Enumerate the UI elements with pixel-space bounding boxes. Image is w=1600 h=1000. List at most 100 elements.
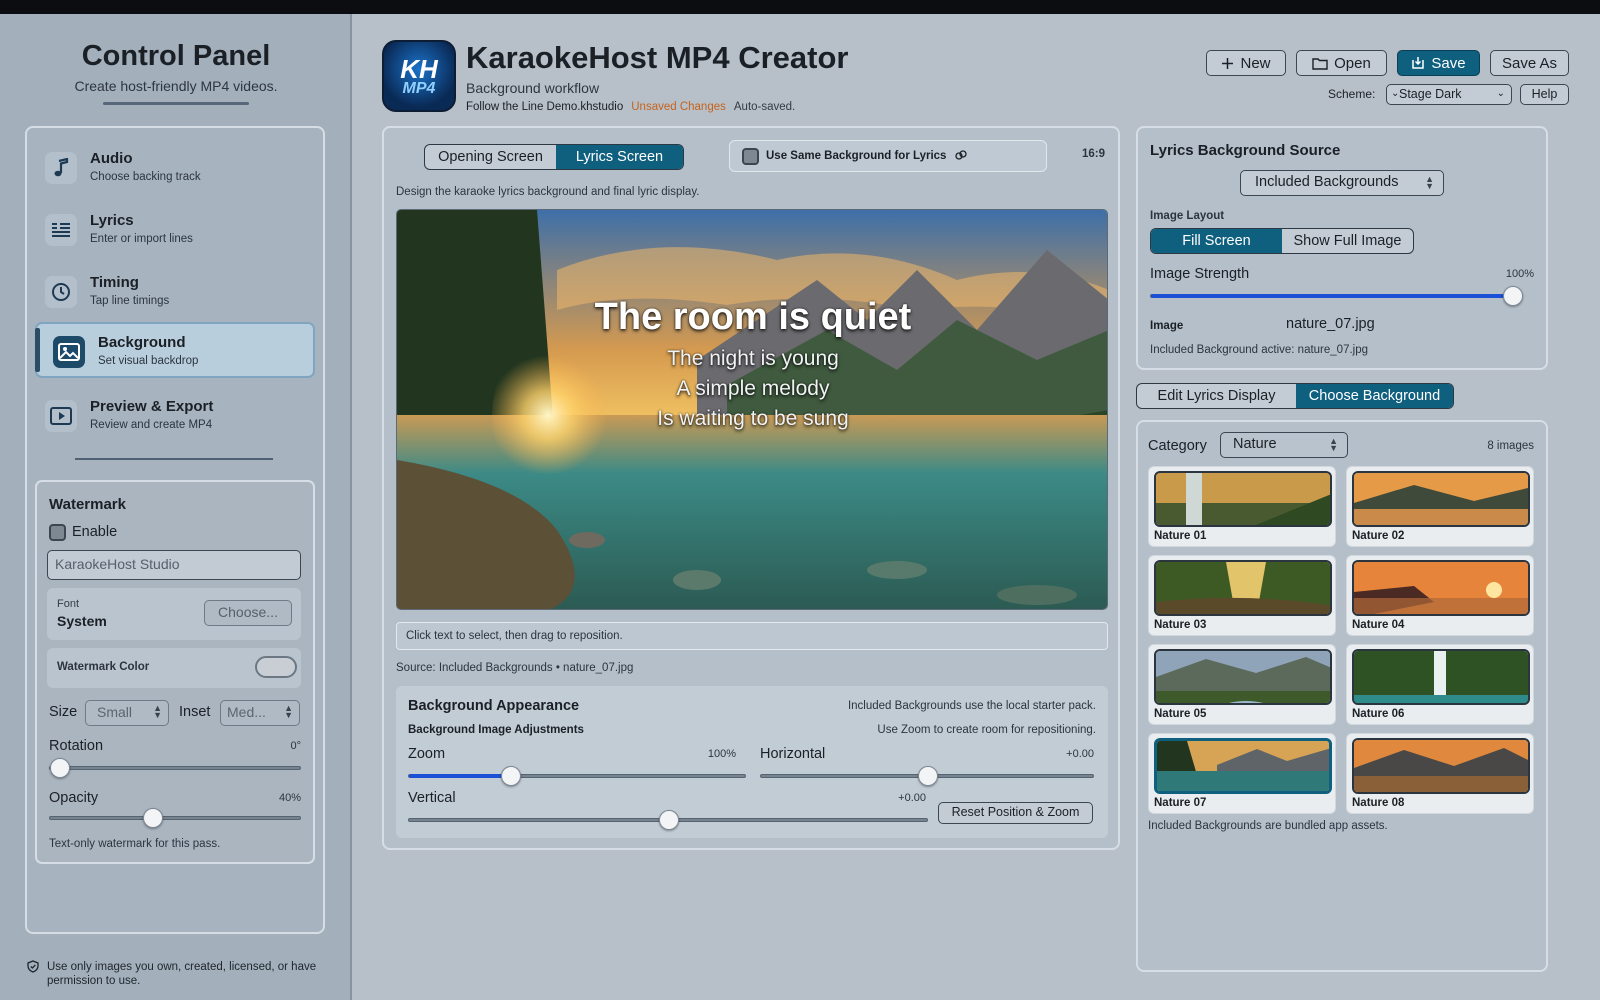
next-lyric-line[interactable]: A simple melody bbox=[397, 377, 1107, 401]
tab-choose-background[interactable]: Choose Background bbox=[1296, 384, 1453, 408]
thumbnail-nature-05[interactable]: Nature 05 bbox=[1148, 644, 1336, 725]
workflow-steps: Audio Choose backing track Lyrics Enter … bbox=[25, 126, 325, 934]
thumbnail-nature-08[interactable]: Nature 08 bbox=[1346, 733, 1534, 814]
same-background-toggle[interactable]: Use Same Background for Lyrics bbox=[729, 140, 1047, 172]
thumbnail-nature-07[interactable]: Nature 07 bbox=[1148, 733, 1336, 814]
size-select[interactable]: Small ▲ ▼ bbox=[85, 700, 169, 726]
step-lyrics[interactable]: Lyrics Enter or import lines bbox=[35, 202, 315, 258]
scheme-label: Scheme: bbox=[1328, 87, 1376, 101]
scheme-select[interactable]: ⌄ Stage Dark ⌄ bbox=[1386, 84, 1512, 105]
control-panel-subtitle: Create host-friendly MP4 videos. bbox=[74, 78, 278, 94]
watermark-color-swatch[interactable] bbox=[255, 656, 297, 678]
image-layout-label: Image Layout bbox=[1150, 210, 1225, 222]
chevron-updown-icon: ▲ ▼ bbox=[1329, 436, 1338, 453]
image-count: 8 images bbox=[1487, 440, 1534, 452]
control-panel-title: Control Panel bbox=[81, 40, 271, 72]
fill-screen-option[interactable]: Fill Screen bbox=[1151, 229, 1282, 253]
zoom-slider-fill bbox=[409, 774, 507, 778]
save-button[interactable]: Save bbox=[1397, 50, 1480, 76]
step-background[interactable]: Background Set visual backdrop bbox=[35, 322, 315, 378]
zoom-slider[interactable] bbox=[408, 766, 746, 786]
save-as-button[interactable]: Save As bbox=[1490, 50, 1569, 76]
gallery-note: Included Backgrounds are bundled app ass… bbox=[1148, 820, 1388, 832]
thumbnail-image bbox=[1154, 649, 1332, 705]
horizontal-value: +0.00 bbox=[1066, 748, 1094, 760]
image-layout-toggle: Fill Screen Show Full Image bbox=[1150, 228, 1414, 254]
horizontal-slider-knob[interactable] bbox=[918, 766, 938, 786]
thumbnail-nature-04[interactable]: Nature 04 bbox=[1346, 555, 1534, 636]
thumbnail-label: Nature 06 bbox=[1352, 708, 1405, 720]
tab-lyrics-screen[interactable]: Lyrics Screen bbox=[555, 145, 683, 169]
file-status-row: Follow the Line Demo.khstudio Unsaved Cha… bbox=[466, 101, 795, 113]
right-panel-tabs: Edit Lyrics Display Choose Background bbox=[1136, 383, 1454, 409]
horizontal-label: Horizontal bbox=[760, 746, 826, 762]
zoom-slider-knob[interactable] bbox=[501, 766, 521, 786]
thumbnail-label: Nature 08 bbox=[1352, 797, 1405, 809]
thumbnail-nature-03[interactable]: Nature 03 bbox=[1148, 555, 1336, 636]
new-button[interactable]: New bbox=[1206, 50, 1286, 76]
opacity-slider-knob[interactable] bbox=[143, 808, 163, 828]
size-label: Size bbox=[49, 704, 78, 720]
step-audio[interactable]: Audio Choose backing track bbox=[35, 140, 315, 196]
show-full-image-option[interactable]: Show Full Image bbox=[1282, 229, 1413, 253]
thumbnail-nature-06[interactable]: Nature 06 bbox=[1346, 644, 1534, 725]
opacity-label: Opacity bbox=[49, 790, 99, 806]
rotation-slider-knob[interactable] bbox=[50, 758, 70, 778]
thumbnail-label: Nature 03 bbox=[1154, 619, 1207, 631]
lyrics-background-source-panel: Lyrics Background Source Included Backgr… bbox=[1136, 126, 1548, 370]
thumbnail-image bbox=[1352, 649, 1530, 705]
step-preview-export[interactable]: Preview & Export Review and create MP4 bbox=[35, 388, 315, 444]
tab-opening-screen[interactable]: Opening Screen bbox=[425, 145, 556, 169]
link-icon bbox=[954, 148, 968, 162]
control-panel-sidebar: Control Panel Create host-friendly MP4 v… bbox=[0, 14, 352, 1000]
watermark-font-row: Font System Choose... bbox=[47, 588, 301, 640]
inset-select[interactable]: Med... ▲ ▼ bbox=[220, 700, 300, 726]
watermark-title: Watermark bbox=[49, 496, 126, 513]
help-button[interactable]: Help bbox=[1520, 84, 1569, 105]
next-lyric-line[interactable]: Is waiting to be sung bbox=[397, 407, 1107, 431]
open-button-label: Open bbox=[1334, 54, 1371, 72]
rotation-value: 0° bbox=[290, 740, 301, 752]
current-lyric-line[interactable]: The room is quiet bbox=[397, 296, 1107, 339]
choose-font-button[interactable]: Choose... bbox=[204, 600, 292, 626]
lyrics-list-icon bbox=[45, 214, 77, 246]
disclaimer-text: Use only images you own, created, licens… bbox=[47, 961, 317, 987]
step-timing[interactable]: Timing Tap line timings bbox=[35, 264, 315, 320]
reset-position-zoom-button[interactable]: Reset Position & Zoom bbox=[938, 802, 1093, 824]
vertical-slider[interactable] bbox=[408, 810, 928, 830]
same-background-checkbox[interactable] bbox=[742, 148, 759, 165]
image-strength-knob[interactable] bbox=[1503, 286, 1523, 306]
background-source-select[interactable]: Included Backgrounds ▲ ▼ bbox=[1240, 170, 1444, 196]
open-button[interactable]: Open bbox=[1296, 50, 1387, 76]
app-logo: KH MP4 bbox=[382, 40, 456, 112]
inset-select-value: Med... bbox=[227, 704, 266, 720]
thumbnail-nature-01[interactable]: Nature 01 bbox=[1148, 466, 1336, 547]
same-background-label: Use Same Background for Lyrics bbox=[766, 150, 947, 162]
watermark-panel: Watermark Enable KaraokeHost Studio Font… bbox=[35, 480, 315, 864]
rotation-slider[interactable] bbox=[49, 758, 301, 778]
image-strength-fill bbox=[1151, 294, 1521, 298]
category-select[interactable]: Nature ▲ ▼ bbox=[1220, 432, 1348, 458]
image-rights-disclaimer: Use only images you own, created, licens… bbox=[27, 960, 327, 988]
horizontal-slider[interactable] bbox=[760, 766, 1094, 786]
watermark-enable-checkbox[interactable] bbox=[49, 524, 66, 541]
chevron-down-icon: ⌄ bbox=[1496, 88, 1505, 99]
next-lyric-line[interactable]: The night is young bbox=[397, 347, 1107, 371]
watermark-note: Text-only watermark for this pass. bbox=[49, 838, 221, 850]
background-appearance-panel: Background Appearance Included Backgroun… bbox=[396, 686, 1108, 838]
thumbnail-image bbox=[1154, 560, 1332, 616]
opacity-slider[interactable] bbox=[49, 808, 301, 828]
thumbnail-label: Nature 07 bbox=[1154, 797, 1207, 809]
opacity-value: 40% bbox=[278, 792, 301, 804]
zoom-label: Zoom bbox=[408, 746, 446, 762]
tab-edit-lyrics-display[interactable]: Edit Lyrics Display bbox=[1137, 384, 1296, 408]
zoom-value: 100% bbox=[707, 748, 736, 760]
thumbnail-image bbox=[1352, 471, 1530, 527]
screen-editor-panel: Opening Screen Lyrics Screen Use Same Ba… bbox=[382, 126, 1120, 850]
lyrics-preview-canvas[interactable]: The room is quiet The night is young A s… bbox=[396, 209, 1108, 610]
thumbnail-nature-02[interactable]: Nature 02 bbox=[1346, 466, 1534, 547]
image-strength-slider[interactable] bbox=[1150, 286, 1523, 306]
vertical-slider-knob[interactable] bbox=[659, 810, 679, 830]
watermark-text-input[interactable]: KaraokeHost Studio bbox=[47, 550, 301, 580]
thumbnail-label: Nature 05 bbox=[1154, 708, 1207, 720]
